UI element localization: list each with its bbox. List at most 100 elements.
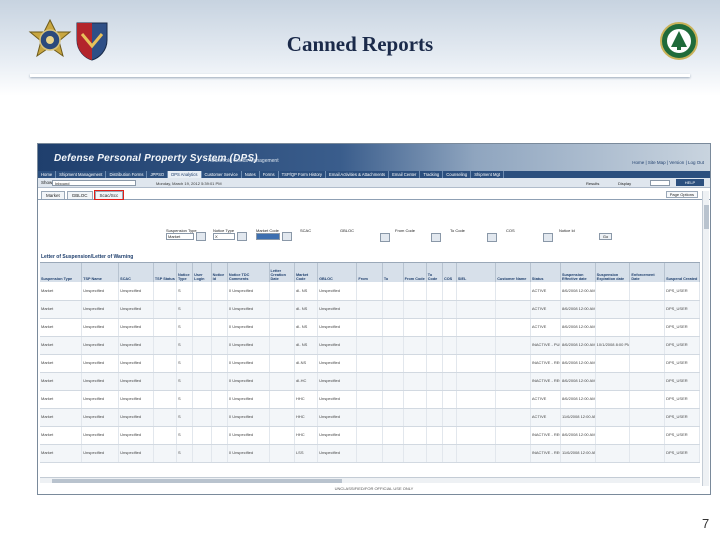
column-header[interactable]: To Code bbox=[426, 263, 443, 282]
nav-item[interactable]: Email Center bbox=[389, 171, 421, 178]
column-header[interactable]: TSP Status bbox=[153, 263, 177, 282]
column-header[interactable]: Customer Name bbox=[495, 263, 531, 282]
suspension-type-select[interactable]: Market bbox=[166, 233, 194, 240]
table-cell bbox=[153, 318, 177, 337]
table-cell bbox=[442, 354, 457, 373]
help-button[interactable]: HELP bbox=[676, 179, 704, 186]
from-code-lookup-button[interactable] bbox=[431, 233, 441, 242]
market-code-select[interactable] bbox=[256, 233, 280, 240]
nav-item[interactable]: Shipment Mgt bbox=[471, 171, 505, 178]
table-cell bbox=[356, 390, 383, 409]
table-cell bbox=[382, 444, 404, 463]
horizontal-scrollbar[interactable] bbox=[40, 477, 700, 483]
column-header[interactable]: SCAC bbox=[118, 263, 154, 282]
column-header[interactable]: Market Code bbox=[294, 263, 319, 282]
table-row[interactable]: Market Unspecified Unspecified S 0 Unspecifi… bbox=[40, 426, 700, 445]
table-cell bbox=[269, 426, 295, 445]
nav-item[interactable]: Tracking bbox=[420, 171, 444, 178]
table-row[interactable]: Market Unspecified Unspecified S 0 Unspecifi… bbox=[40, 318, 700, 337]
table-cell: INACTIVE - REOFFER bbox=[530, 426, 561, 445]
table-cell: ACTIVE bbox=[530, 408, 561, 427]
table-cell bbox=[629, 300, 666, 319]
table-cell: Market bbox=[40, 390, 83, 409]
vertical-scrollbar[interactable] bbox=[702, 191, 709, 486]
to-code-lookup-button[interactable] bbox=[487, 233, 497, 242]
table-row[interactable]: Market Unspecified Unspecified S 0 Unspecifi… bbox=[40, 408, 700, 427]
table-row[interactable]: Market Unspecified Unspecified S 0 Unspecifi… bbox=[40, 282, 700, 301]
table-cell: Unspecified bbox=[81, 318, 120, 337]
column-header[interactable]: GBLOC bbox=[317, 263, 358, 282]
nav-item[interactable]: Shipment Management bbox=[56, 171, 107, 178]
column-header[interactable]: Suspension Type bbox=[40, 263, 83, 282]
table-cell: DPS_USER bbox=[664, 354, 700, 373]
market-code-dropdown-button[interactable] bbox=[282, 232, 292, 241]
table-cell bbox=[403, 354, 427, 373]
table-row[interactable]: Market Unspecified Unspecified S 0 Unspecifi… bbox=[40, 390, 700, 409]
app-banner: Defense Personal Property System (DPS) H… bbox=[38, 144, 710, 171]
to-code-label: To Code bbox=[450, 228, 465, 233]
table-cell bbox=[382, 318, 404, 337]
table-cell bbox=[356, 426, 383, 445]
from-code-label: From Code bbox=[395, 228, 416, 233]
display-select[interactable] bbox=[650, 179, 670, 186]
column-header[interactable]: User Login bbox=[192, 263, 212, 282]
page-options-button[interactable]: Page Options bbox=[665, 191, 698, 198]
column-header[interactable]: Letter Creation Date bbox=[269, 263, 295, 282]
report-section-title: Letter of Suspension/Letter of Warning bbox=[41, 254, 134, 260]
column-header[interactable]: TSP Name bbox=[81, 263, 120, 282]
nav-item[interactable]: Distribution Forms bbox=[106, 171, 148, 178]
top-links[interactable]: Home | Site Map | Version | Log Out bbox=[632, 160, 704, 165]
slide-title: Canned Reports bbox=[286, 32, 434, 56]
nav-item[interactable]: Forms bbox=[260, 171, 279, 178]
column-header[interactable]: From bbox=[356, 263, 383, 282]
nav-item[interactable]: DPS Analytics bbox=[168, 171, 202, 178]
table-row[interactable]: Market Unspecified Unspecified S 0 Unspecifi… bbox=[40, 444, 700, 463]
column-header[interactable]: COS bbox=[442, 263, 457, 282]
tab-scac-scc[interactable]: Scac/Scc bbox=[93, 190, 125, 200]
show-select[interactable]: Inbound bbox=[52, 179, 136, 186]
column-header[interactable]: Suspension Expiration date bbox=[595, 263, 631, 282]
tab-market[interactable]: Market bbox=[41, 191, 65, 199]
vertical-scroll-thumb[interactable] bbox=[704, 205, 709, 229]
column-header[interactable]: Notice Id bbox=[211, 263, 228, 282]
gbloc-lookup-button[interactable] bbox=[380, 233, 390, 242]
nav-item[interactable]: TSP/QP Form History bbox=[279, 171, 327, 178]
cos-lookup-button[interactable] bbox=[543, 233, 553, 242]
table-cell bbox=[403, 282, 427, 301]
go-button[interactable]: Go bbox=[599, 233, 612, 240]
table-cell: Market bbox=[40, 426, 83, 445]
column-header[interactable]: From Code bbox=[403, 263, 427, 282]
filter-area: Suspension Type Market Notice Type X Mar… bbox=[38, 200, 710, 252]
nav-item[interactable]: Email Activities & Attachments bbox=[326, 171, 390, 178]
nav-item[interactable]: Notes bbox=[242, 171, 260, 178]
table-cell: S bbox=[176, 408, 194, 427]
column-header[interactable]: Status bbox=[530, 263, 561, 282]
table-row[interactable]: Market Unspecified Unspecified S 0 Unspecifi… bbox=[40, 300, 700, 319]
table-cell: S bbox=[176, 318, 194, 337]
table-row[interactable]: Market Unspecified Unspecified S 0 Unspecifi… bbox=[40, 336, 700, 355]
column-header[interactable]: Enforcement Date bbox=[629, 263, 666, 282]
nav-item[interactable]: Counseling bbox=[443, 171, 472, 178]
notice-type-dropdown-button[interactable] bbox=[237, 232, 247, 241]
nav-item[interactable]: JPPSO bbox=[147, 171, 169, 178]
table-cell bbox=[456, 444, 497, 463]
table-cell bbox=[456, 390, 497, 409]
notice-type-select[interactable]: X bbox=[213, 233, 235, 240]
nav-item[interactable]: Customer Service bbox=[202, 171, 242, 178]
table-row[interactable]: Market Unspecified Unspecified S 0 Unspecifi… bbox=[40, 372, 700, 391]
column-header[interactable]: Suspend Created bbox=[664, 263, 700, 282]
nav-item[interactable]: Home bbox=[38, 171, 57, 178]
table-cell bbox=[153, 408, 177, 427]
table-row[interactable]: Market Unspecified Unspecified S 0 Unspecifi… bbox=[40, 354, 700, 373]
column-header[interactable]: Suspension Effective date bbox=[560, 263, 596, 282]
column-header[interactable]: SIEL bbox=[456, 263, 497, 282]
tab-gbloc[interactable]: GBLOC bbox=[66, 191, 93, 199]
table-cell bbox=[269, 390, 295, 409]
column-header[interactable]: Notice TDC Comments bbox=[227, 263, 270, 282]
horizontal-scroll-thumb[interactable] bbox=[52, 479, 342, 483]
column-header[interactable]: Notice Type bbox=[176, 263, 194, 282]
table-cell: S bbox=[176, 372, 194, 391]
suspension-type-dropdown-button[interactable] bbox=[196, 232, 206, 241]
column-header[interactable]: To bbox=[382, 263, 404, 282]
table-cell bbox=[426, 336, 443, 355]
